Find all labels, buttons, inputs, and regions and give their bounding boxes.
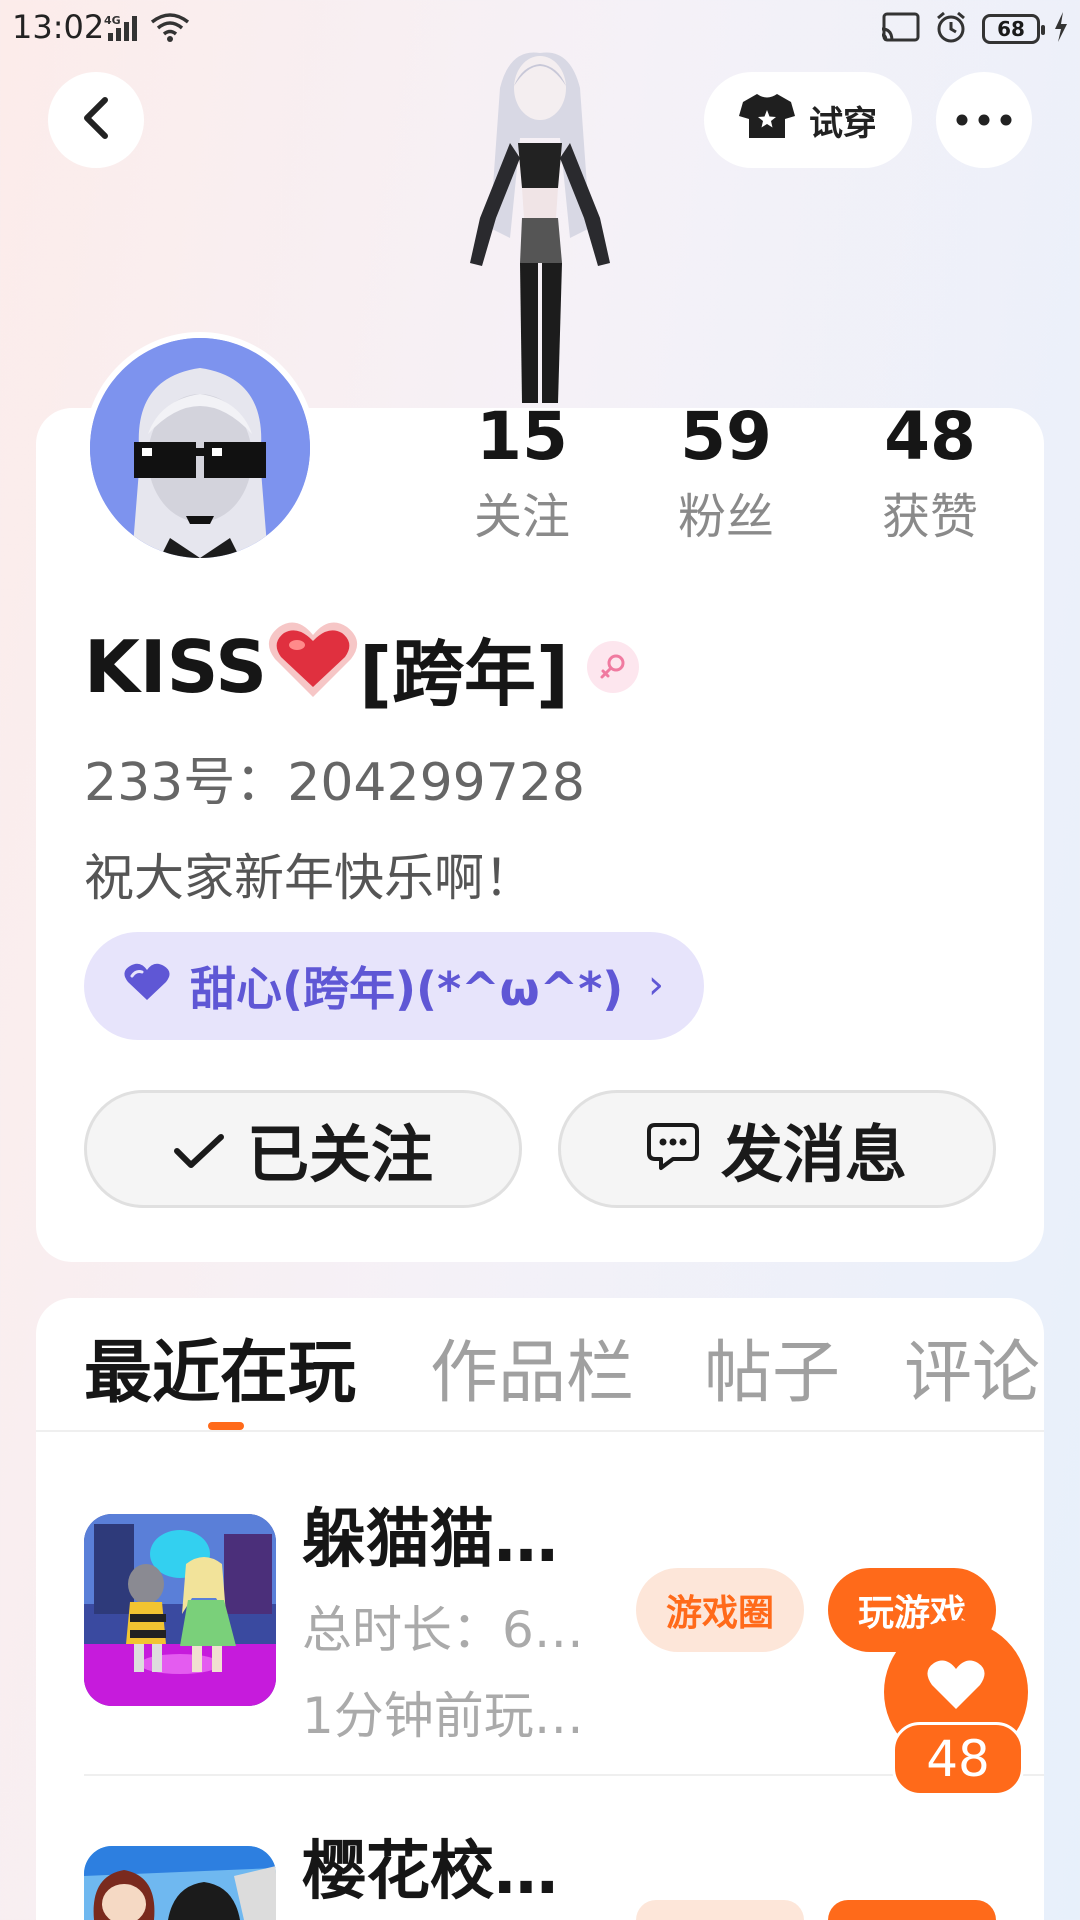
- avatar-3d-character[interactable]: [440, 48, 640, 408]
- tab-recently-played[interactable]: 最近在玩: [84, 1324, 356, 1424]
- tab-indicator: [208, 1422, 244, 1430]
- alarm-icon: [934, 10, 968, 48]
- status-time: 13:02: [12, 8, 105, 46]
- stat-label: 获赞: [881, 489, 978, 545]
- network-type-label: 4G: [104, 14, 121, 27]
- tab-works[interactable]: 作品栏: [430, 1324, 634, 1424]
- more-dots-icon: [956, 111, 1012, 130]
- heart-icon: [926, 1659, 986, 1715]
- try-on-label: 试穿: [809, 103, 877, 144]
- like-count: 48: [892, 1722, 1024, 1796]
- nickname-suffix: [跨年]: [359, 631, 569, 716]
- female-gender-icon: [586, 641, 639, 693]
- following-button[interactable]: 已关注: [84, 1090, 522, 1208]
- nickname: KISS [跨年]: [84, 622, 639, 716]
- charging-icon: [1054, 12, 1068, 46]
- game-circle-button[interactable]: 游戏圈: [636, 1568, 804, 1652]
- stats-row: 15 关注 59 粉丝 48 获赞: [0, 392, 1080, 572]
- chevron-right-icon: ›: [648, 962, 664, 1008]
- tab-comments[interactable]: 评论: [904, 1324, 1040, 1424]
- game-name[interactable]: 樱花校…: [302, 1820, 558, 1912]
- nickname-text: KISS: [84, 625, 268, 709]
- game-last-played: 1分钟前玩…: [302, 1687, 584, 1745]
- game-duration: 总时长：6…: [302, 1601, 584, 1659]
- tab-posts[interactable]: 帖子: [704, 1324, 840, 1424]
- tab-divider: [36, 1430, 1044, 1432]
- battery-level: 68: [997, 17, 1025, 41]
- game-circle-button[interactable]: [636, 1900, 804, 1920]
- checkmark-icon: [173, 1113, 225, 1186]
- guild-chip[interactable]: 甜心(跨年)(*^ω^*) ›: [84, 932, 704, 1040]
- wifi-icon: [150, 12, 190, 46]
- stat-fans[interactable]: 59 粉丝: [646, 392, 806, 552]
- stat-label: 关注: [473, 489, 570, 545]
- stat-label: 粉丝: [677, 489, 774, 545]
- more-button[interactable]: [936, 72, 1032, 168]
- cast-icon: [880, 11, 920, 47]
- stat-value: 15: [476, 398, 568, 475]
- chat-bubble-icon: [646, 1113, 699, 1186]
- game-name[interactable]: 躲猫猫…: [302, 1488, 558, 1580]
- send-message-label: 发消息: [720, 1118, 907, 1191]
- tshirt-icon: [739, 92, 795, 149]
- stat-value: 48: [884, 398, 976, 475]
- stat-following[interactable]: 15 关注: [442, 392, 602, 552]
- chevron-left-icon: [81, 96, 111, 144]
- stat-value: 59: [680, 398, 772, 475]
- game-thumbnail[interactable]: [84, 1846, 276, 1920]
- bio: 祝大家新年快乐啊！: [84, 849, 534, 907]
- signal-icon: 4G: [104, 13, 140, 45]
- stat-likes[interactable]: 48 获赞: [850, 392, 1010, 552]
- heart-emoji-icon: [267, 617, 359, 718]
- play-game-button[interactable]: [828, 1900, 996, 1920]
- back-button[interactable]: [48, 72, 144, 168]
- heart-icon: [124, 959, 170, 1013]
- guild-label: 甜心(跨年)(*^ω^*): [190, 962, 624, 1016]
- battery-icon: 68: [982, 14, 1045, 44]
- user-id: 233号：204299728: [84, 753, 586, 813]
- following-label: 已关注: [246, 1118, 433, 1191]
- game-thumbnail[interactable]: [84, 1514, 276, 1706]
- try-on-button[interactable]: 试穿: [704, 72, 912, 168]
- send-message-button[interactable]: 发消息: [558, 1090, 996, 1208]
